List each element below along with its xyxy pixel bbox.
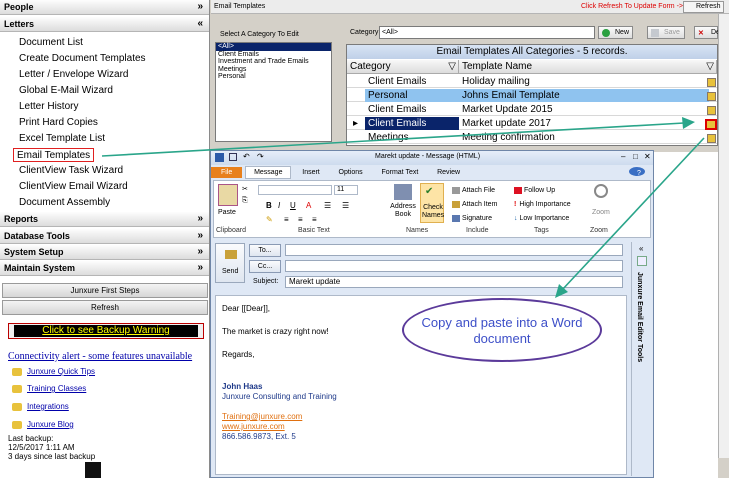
annotation-arrows [101,117,705,298]
arrow-line [101,122,685,157]
callout-bubble: Copy and paste into a Word document [402,298,602,362]
arrow-line [561,137,705,291]
arrowhead [682,117,695,129]
